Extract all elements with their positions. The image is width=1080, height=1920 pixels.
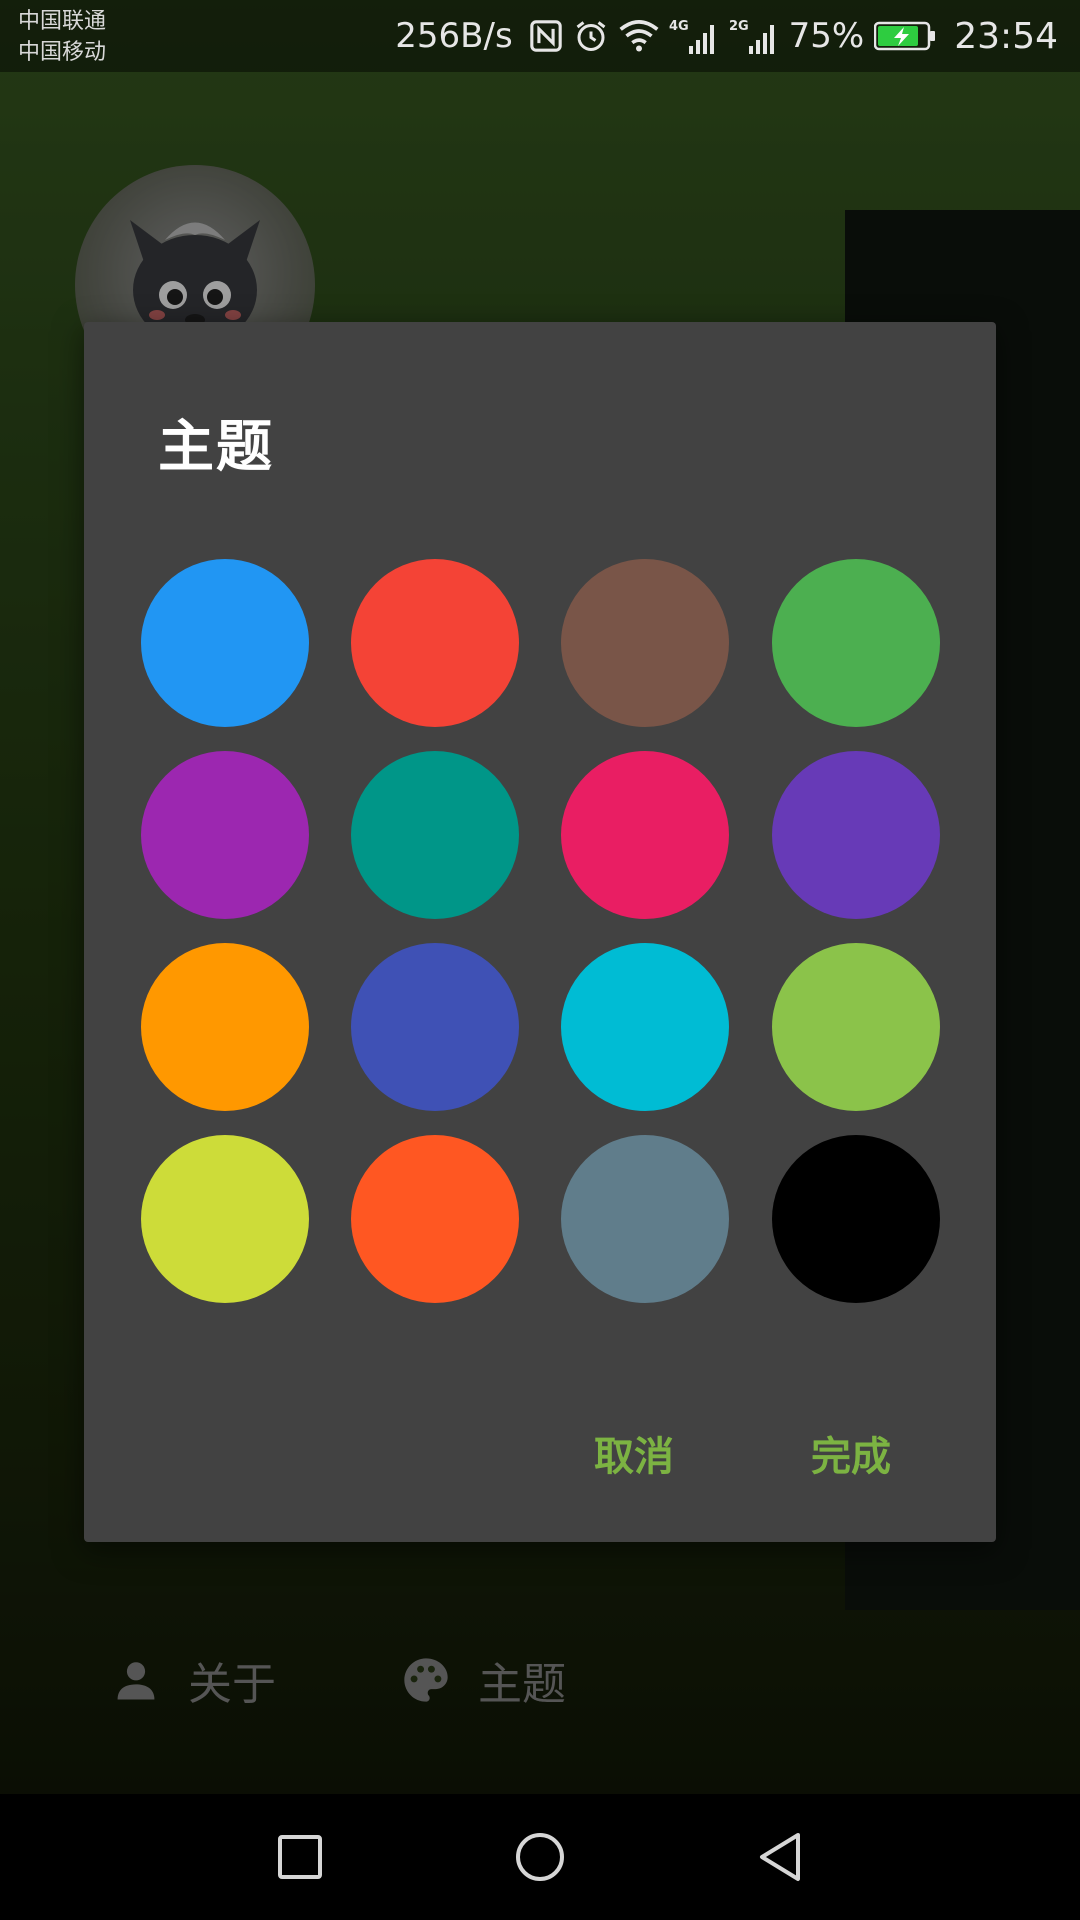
cancel-button[interactable]: 取消 — [594, 1422, 674, 1492]
carrier-1: 中国联通 — [18, 9, 107, 34]
color-swatch[interactable] — [141, 1135, 309, 1303]
color-swatch[interactable] — [561, 943, 729, 1111]
confirm-button[interactable]: 完成 — [811, 1422, 891, 1492]
network-speed: 256B/s — [395, 16, 513, 56]
color-swatch[interactable] — [141, 559, 309, 727]
color-swatch[interactable] — [351, 1135, 519, 1303]
clock: 23:54 — [954, 15, 1058, 57]
color-swatch[interactable] — [351, 559, 519, 727]
color-swatch[interactable] — [141, 751, 309, 919]
carrier-info: 中国联通 中国移动 — [18, 6, 106, 68]
battery-charging-icon — [874, 20, 936, 52]
nfc-icon — [529, 19, 563, 53]
signal-2g-icon: 2G — [729, 16, 779, 56]
signal-4g-icon: 4G — [669, 16, 719, 56]
battery-percent: 75% — [788, 16, 865, 56]
dialog-title: 主题 — [158, 415, 274, 480]
color-swatch[interactable] — [351, 943, 519, 1111]
color-swatch[interactable] — [351, 751, 519, 919]
theme-dialog: 主题 取消 完成 — [84, 322, 996, 1542]
color-swatch[interactable] — [772, 1135, 940, 1303]
screen: 关于 主题 中国联通 中国移动 256B/s 4G 2G 75% 23:54 主… — [0, 0, 1080, 1920]
status-bar: 中国联通 中国移动 256B/s 4G 2G 75% 23:54 — [0, 0, 1080, 72]
carrier-2: 中国移动 — [18, 40, 107, 65]
home-button[interactable] — [507, 1824, 573, 1890]
alarm-icon — [573, 18, 609, 54]
navigation-bar — [0, 1794, 1080, 1920]
color-swatch[interactable] — [561, 559, 729, 727]
back-icon — [760, 1833, 800, 1881]
color-swatch[interactable] — [561, 751, 729, 919]
recent-apps-icon — [278, 1835, 322, 1879]
back-button[interactable] — [747, 1824, 813, 1890]
network-1-label: 4G — [669, 19, 689, 34]
home-icon — [516, 1833, 564, 1881]
color-swatch[interactable] — [772, 751, 940, 919]
color-swatch[interactable] — [772, 559, 940, 727]
color-swatch[interactable] — [772, 943, 940, 1111]
network-2-label: 2G — [729, 19, 749, 34]
recent-apps-button[interactable] — [267, 1824, 333, 1890]
color-swatch[interactable] — [141, 943, 309, 1111]
wifi-icon — [619, 19, 659, 53]
status-icons: 256B/s 4G 2G 75% 23:54 — [395, 0, 1058, 72]
color-swatch[interactable] — [561, 1135, 729, 1303]
